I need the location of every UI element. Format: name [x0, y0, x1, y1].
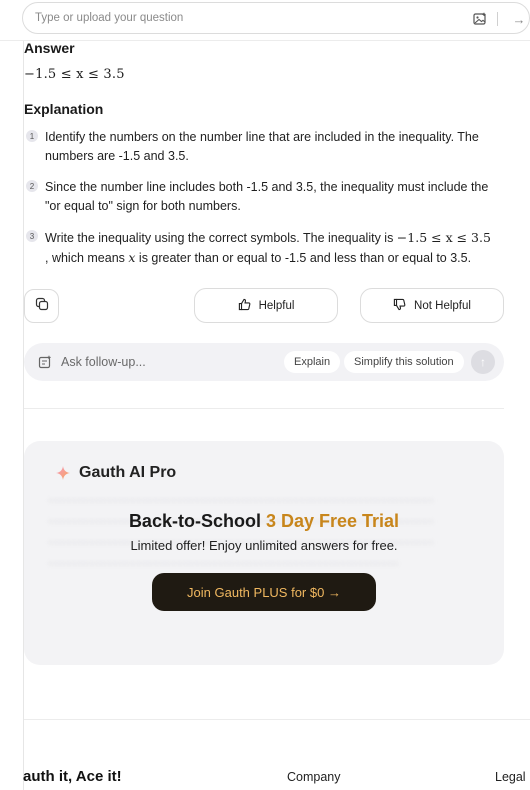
- promo-brand: Gauth AI Pro: [79, 464, 177, 481]
- thumbs-up-icon: [238, 298, 251, 314]
- join-plus-button[interactable]: Join Gauth PLUS for $0 →: [152, 573, 376, 611]
- step-text: Since the number line includes both -1.5…: [45, 180, 489, 213]
- footer-legal-link[interactable]: Legal: [495, 770, 526, 784]
- helpful-button[interactable]: Helpful: [194, 288, 338, 323]
- promo-subtitle: Limited offer! Enjoy unlimited answers f…: [130, 538, 398, 553]
- promo-headline: Back-to-School 3 Day Free Trial: [24, 511, 504, 532]
- step-text-part: Write the inequality using the correct s…: [45, 231, 397, 245]
- question-search-bar[interactable]: Type or upload your question →: [22, 2, 530, 34]
- answer-heading: Answer: [24, 40, 75, 56]
- search-divider: [497, 12, 498, 26]
- search-input[interactable]: Type or upload your question: [35, 12, 529, 24]
- left-border: [23, 40, 24, 790]
- promo-headline-offer: 3 Day Free Trial: [265, 511, 400, 531]
- step-text: Write the inequality using the correct s…: [45, 228, 505, 268]
- sparkle-icon: [55, 465, 71, 481]
- follow-up-bar: Ask follow-up... Explain Simplify this s…: [24, 343, 504, 381]
- arrow-right-icon[interactable]: →: [509, 9, 529, 29]
- step-text-part: , which means: [45, 251, 129, 265]
- footer-company-link[interactable]: Company: [287, 770, 341, 784]
- simplify-chip[interactable]: Simplify this solution: [344, 351, 464, 373]
- pro-promo-card: Gauth AI Pro ~~~~~~~~~~~~~~~~~~~~~~~~~~~…: [24, 441, 504, 665]
- footer-slogan: auth it, Ace it!: [23, 768, 122, 785]
- step-number: 3: [26, 230, 38, 242]
- arrow-up-icon[interactable]: ↑: [471, 350, 495, 374]
- explain-chip[interactable]: Explain: [284, 351, 341, 373]
- step-text-part: is greater than or equal to -1.5 and les…: [135, 251, 472, 265]
- copy-icon: [35, 297, 49, 316]
- blurred-preview: ~~~~~~~~~~~~~~~~~~~~~~~~~~~~~~~~~~~~~~~~…: [48, 496, 434, 570]
- image-upload-icon[interactable]: [473, 12, 487, 26]
- step-number: 1: [26, 130, 38, 142]
- inequality-math: −1.5 ≤ x ≤ 3.5: [396, 230, 491, 245]
- thumbs-down-icon: [393, 298, 406, 314]
- explanation-heading: Explanation: [24, 101, 104, 117]
- step-text: Identify the numbers on the number line …: [45, 130, 479, 163]
- promo-headline-main: Back-to-School: [128, 511, 261, 531]
- helpful-label: Helpful: [258, 299, 295, 312]
- header-divider: [0, 40, 530, 41]
- step-number: 2: [26, 180, 38, 192]
- not-helpful-label: Not Helpful: [414, 299, 471, 312]
- answer-math: −1.5 ≤ x ≤ 3.5: [24, 67, 125, 82]
- follow-up-input[interactable]: Ask follow-up...: [61, 355, 146, 369]
- not-helpful-button[interactable]: Not Helpful: [360, 288, 504, 323]
- section-divider: [24, 408, 504, 409]
- edit-note-icon: [38, 355, 52, 369]
- copy-button[interactable]: [24, 289, 59, 323]
- footer-divider: [24, 719, 530, 720]
